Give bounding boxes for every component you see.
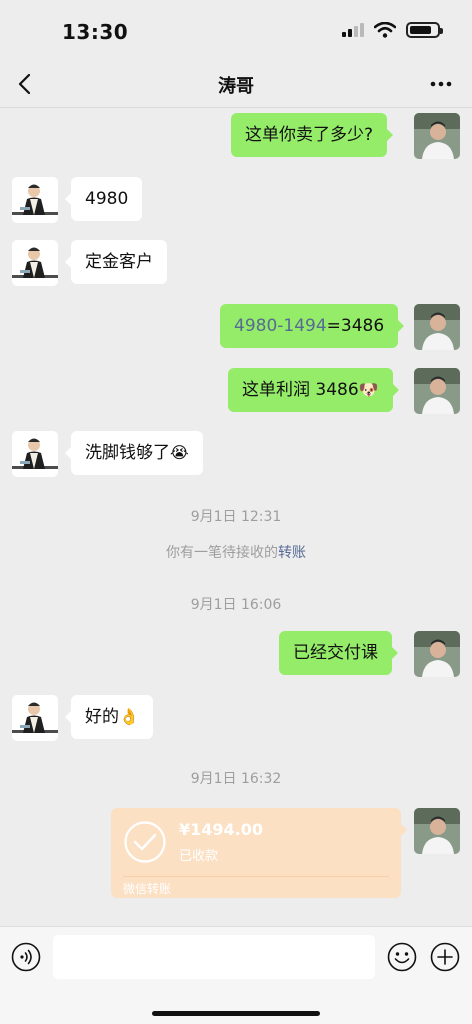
message-text: 已经交付课 [293, 643, 378, 663]
transfer-divider [123, 876, 389, 877]
timestamp: 9月1日 16:06 [190, 597, 282, 613]
status-time: 13:30 [62, 20, 129, 44]
status-bar: 13:30 [0, 0, 472, 60]
home-indicator [152, 1011, 320, 1016]
message-text: 洗脚钱够了 [85, 443, 170, 463]
transfer-status: 已收款 [179, 849, 219, 864]
ok-hand-emoji-icon: 👌 [119, 707, 139, 726]
message-text: 4980 [85, 189, 129, 209]
message-bubble-sent[interactable]: 已经交付课 [279, 631, 398, 675]
self-avatar[interactable] [414, 304, 460, 350]
voice-icon[interactable] [11, 942, 41, 972]
contact-avatar[interactable] [12, 695, 58, 741]
self-avatar[interactable] [414, 631, 460, 677]
message-input[interactable] [53, 935, 375, 979]
chat-header: 涛哥 [0, 60, 472, 108]
dog-emoji-icon: 🐶 [358, 380, 379, 399]
system-message-text: 你有一笔待接收的 [166, 545, 278, 561]
phone-number-link[interactable]: 4980-1494 [234, 316, 327, 336]
crying-emoji-icon: 😭 [170, 443, 189, 462]
message-bubble-sent[interactable]: 4980-1494=3486 [220, 304, 405, 348]
battery-icon [406, 22, 443, 38]
self-avatar[interactable] [414, 808, 460, 854]
message-bubble-received[interactable]: 洗脚钱够了😭 [65, 431, 203, 475]
chat-area[interactable]: 这单你卖了多少? 4980 定金客户 4980-1494=3486 这单利润 3… [0, 108, 472, 926]
status-icons [342, 22, 443, 38]
message-bubble-received[interactable]: 好的👌 [65, 695, 153, 739]
emoji-icon[interactable] [387, 942, 417, 972]
transfer-card[interactable]: ¥1494.00 已收款 微信转账 [111, 808, 407, 898]
contact-avatar[interactable] [12, 240, 58, 286]
message-text: 好的 [85, 707, 119, 727]
contact-avatar[interactable] [12, 177, 58, 223]
message-text: 这单你卖了多少? [245, 125, 374, 145]
transfer-link[interactable]: 转账 [278, 545, 306, 561]
plus-icon[interactable] [430, 942, 460, 972]
message-bubble-received[interactable]: 定金客户 [65, 240, 167, 284]
timestamp: 9月1日 12:31 [190, 509, 282, 525]
wifi-icon [374, 22, 396, 38]
contact-avatar[interactable] [12, 431, 58, 477]
message-bubble-sent[interactable]: 这单利润 3486🐶 [228, 368, 399, 412]
self-avatar[interactable] [414, 113, 460, 159]
transfer-label: 微信转账 [123, 882, 172, 896]
message-bubble-received[interactable]: 4980 [64, 177, 143, 221]
transfer-amount: ¥1494.00 [179, 820, 264, 839]
message-bubble-sent[interactable]: 这单你卖了多少? [231, 113, 394, 157]
message-text: 这单利润 3486 [242, 380, 359, 400]
system-message: 你有一笔待接收的转账 [0, 542, 472, 562]
self-avatar[interactable] [414, 368, 460, 414]
more-icon[interactable] [428, 72, 454, 96]
chat-title: 涛哥 [218, 76, 254, 97]
message-text: 定金客户 [85, 252, 153, 272]
input-bar [0, 926, 472, 1024]
timestamp: 9月1日 16:32 [190, 771, 282, 787]
message-text: =3486 [326, 316, 385, 336]
check-circle-icon [124, 821, 166, 863]
cellular-signal-icon [342, 23, 364, 37]
